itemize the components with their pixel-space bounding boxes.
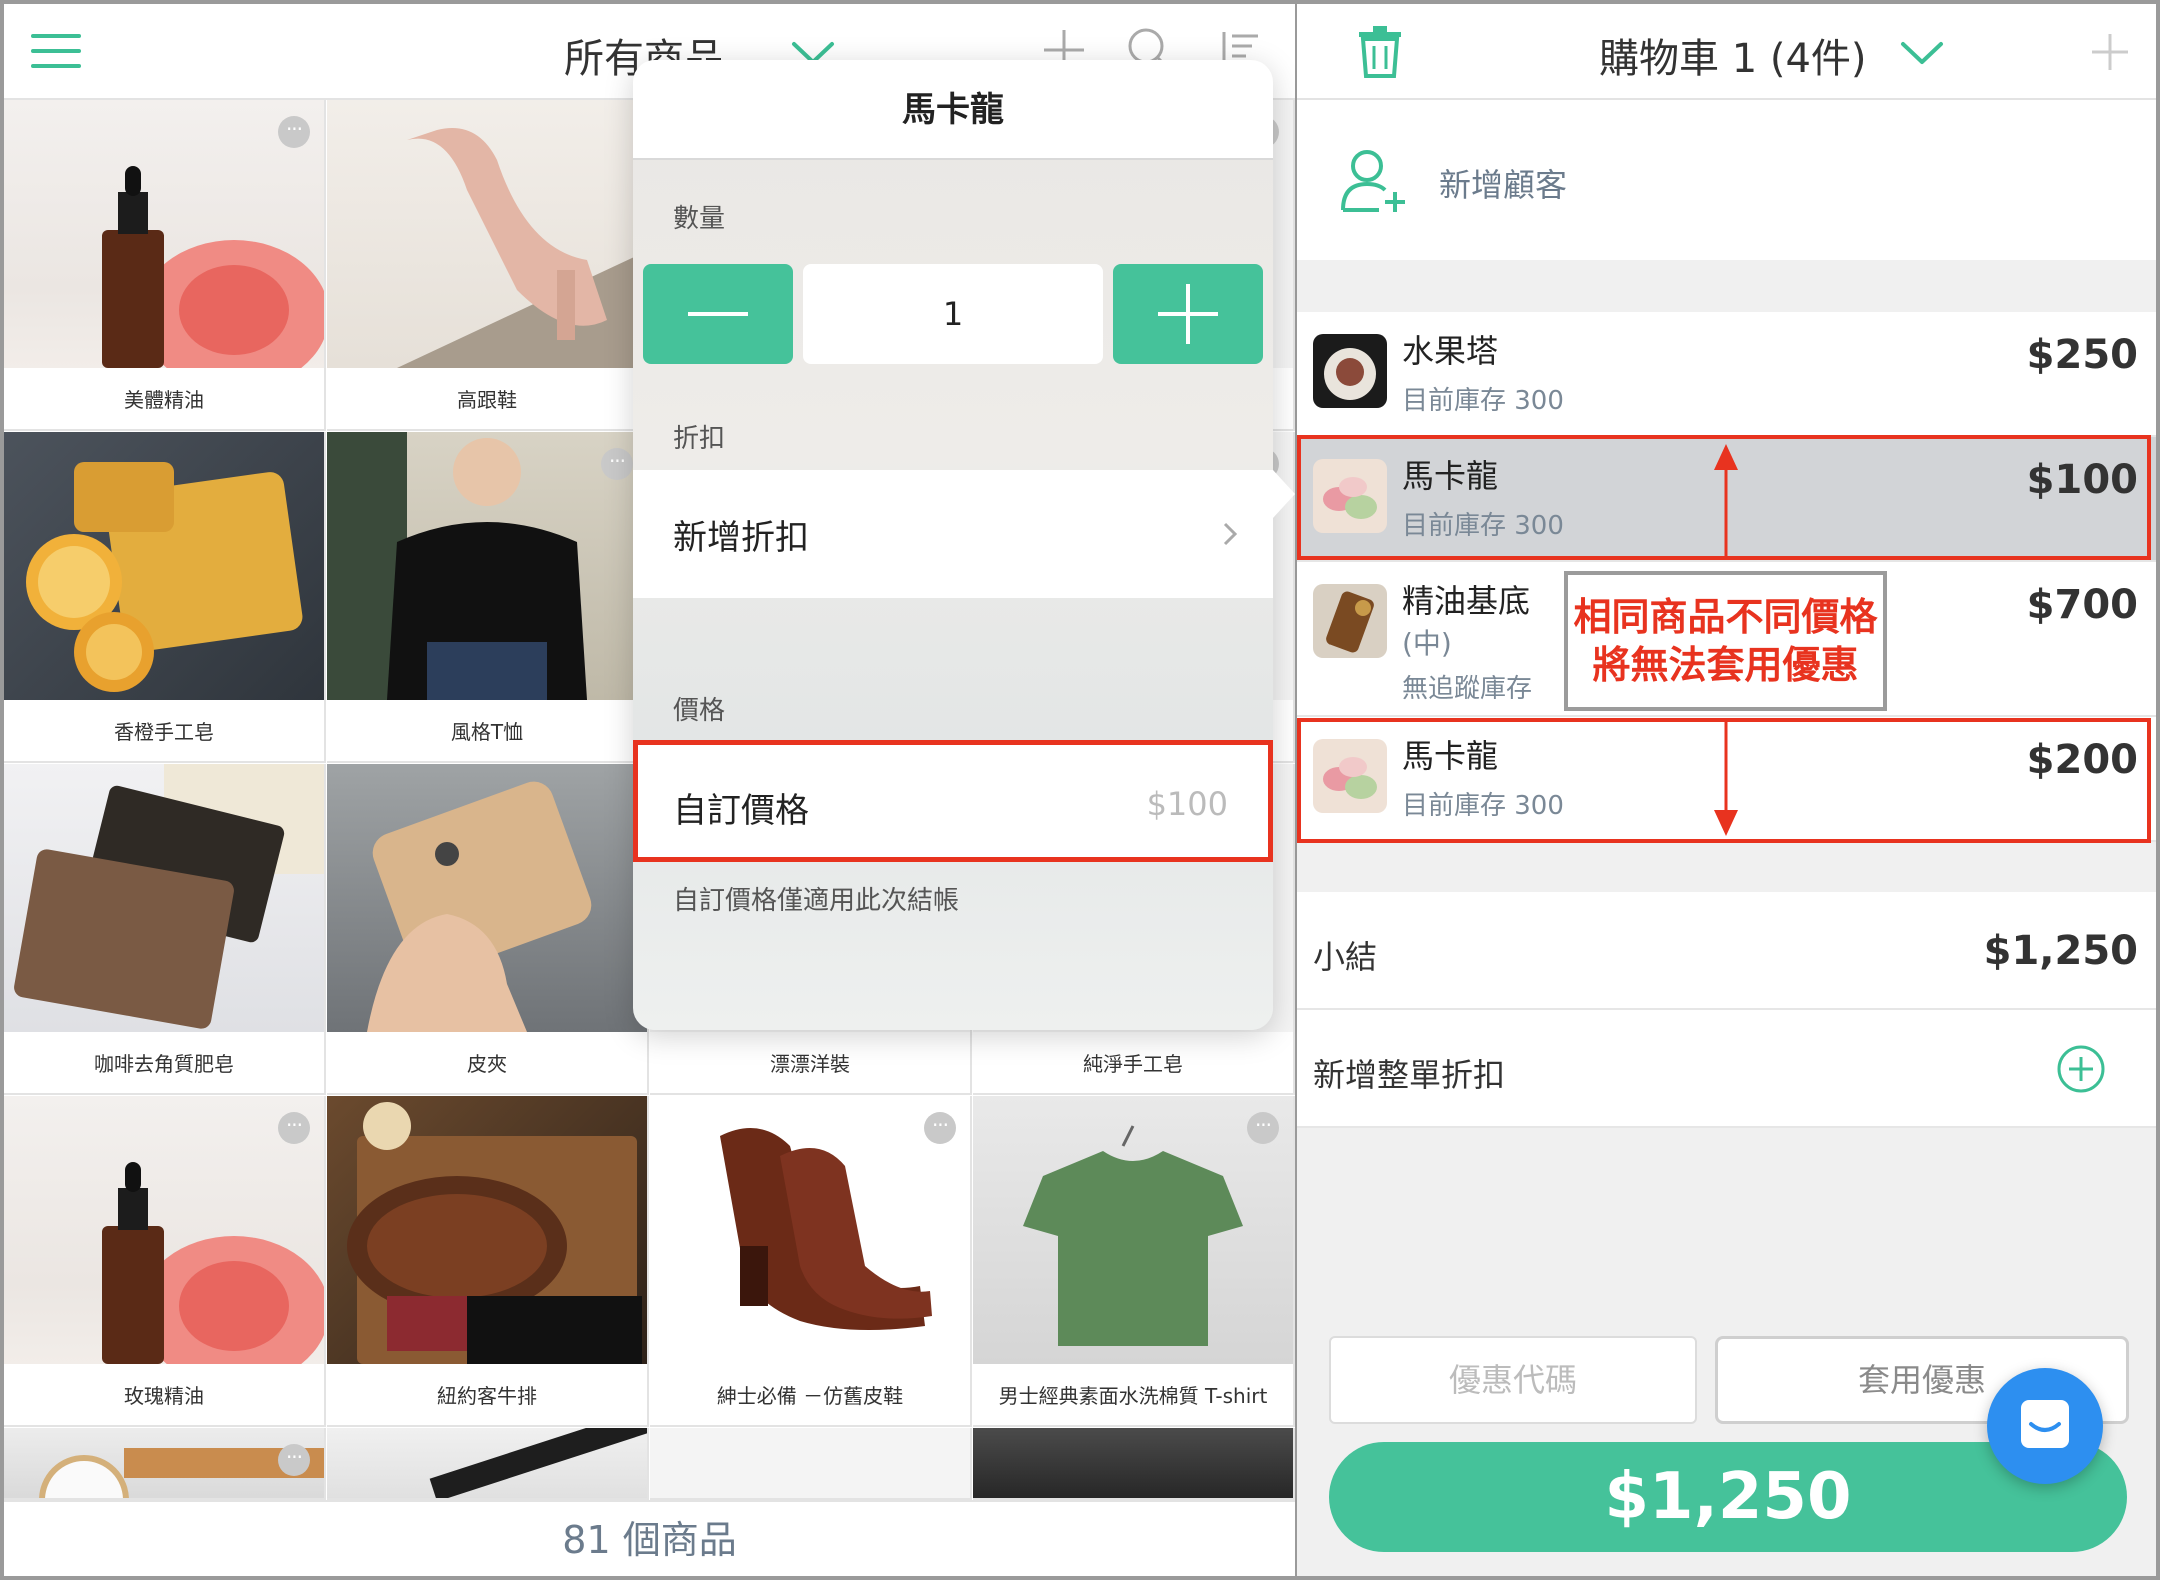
product-image <box>973 1096 1293 1364</box>
product-name: 紐約客牛排 <box>437 1384 537 1408</box>
product-tile[interactable]: ··· 風格T恤 <box>327 432 649 763</box>
product-image <box>327 100 647 368</box>
increase-quantity-button[interactable] <box>1113 264 1263 364</box>
product-tile[interactable]: 紐約客牛排 <box>327 1096 649 1427</box>
minus-icon <box>688 312 748 316</box>
item-name: 水果塔 <box>1402 332 1499 370</box>
popover-arrow <box>1273 470 1295 518</box>
product-image <box>327 1428 647 1498</box>
product-tile[interactable] <box>973 1428 1295 1500</box>
annotation-callout: 相同商品不同價格 將無法套用優惠 <box>1564 571 1887 711</box>
custom-price-label: 自訂價格 <box>673 791 809 831</box>
product-image <box>4 1428 324 1498</box>
product-image <box>973 1428 1293 1498</box>
product-name: 咖啡去角質肥皂 <box>94 1052 234 1076</box>
item-thumbnail <box>1313 584 1387 658</box>
item-price: $700 <box>2026 582 2138 628</box>
custom-price-input[interactable]: $100 <box>1147 785 1228 823</box>
product-image <box>327 764 647 1032</box>
product-name: 美體精油 <box>124 388 204 412</box>
more-options-icon[interactable]: ··· <box>278 1444 310 1476</box>
product-name: 紳士必備 －仿舊皮鞋 <box>716 1384 904 1408</box>
add-order-discount-label: 新增整單折扣 <box>1313 1056 1506 1094</box>
coupon-code-input[interactable]: 優惠代碼 <box>1329 1336 1697 1424</box>
add-order-discount-row[interactable]: 新增整單折扣 <box>1297 1010 2156 1128</box>
add-customer-row[interactable]: 新增顧客 <box>1297 100 2156 260</box>
cart-title[interactable]: 購物車 1 (4件) <box>1599 26 1867 84</box>
add-user-icon <box>1339 146 1409 216</box>
custom-price-row[interactable]: 自訂價格 $100 <box>633 740 1273 862</box>
product-tile[interactable]: ··· 男士經典素面水洗棉質 T-shirt <box>973 1096 1295 1427</box>
item-price: $250 <box>2026 332 2138 378</box>
product-tile[interactable]: 皮夾 <box>327 764 649 1095</box>
product-count: 81 個商品 <box>4 1500 1295 1576</box>
discount-section-label: 折扣 <box>673 424 726 454</box>
decrease-quantity-button[interactable] <box>643 264 793 364</box>
product-tile[interactable]: 咖啡去角質肥皂 <box>4 764 326 1095</box>
annotation-line-2: 將無法套用優惠 <box>1592 643 1859 687</box>
annotation-line-1: 相同商品不同價格 <box>1573 595 1878 639</box>
product-name: 香橙手工皂 <box>114 720 214 744</box>
custom-price-note: 自訂價格僅適用此次結帳 <box>673 886 960 916</box>
product-name: 玫瑰精油 <box>124 1384 204 1408</box>
product-image <box>4 1096 324 1386</box>
more-options-icon[interactable]: ··· <box>278 116 310 148</box>
item-stock: 無追蹤庫存 <box>1402 674 1533 704</box>
product-name: 高跟鞋 <box>457 388 517 412</box>
add-customer-label: 新增顧客 <box>1439 166 1568 204</box>
menu-icon[interactable] <box>31 34 81 70</box>
item-stock: 目前庫存 300 <box>1402 386 1564 416</box>
subtotal-row: 小結 $1,250 <box>1297 892 2156 1010</box>
more-options-icon[interactable]: ··· <box>1247 1112 1279 1144</box>
quantity-input[interactable]: 1 <box>803 264 1103 364</box>
more-options-icon[interactable]: ··· <box>278 1112 310 1144</box>
product-name: 漂漂洋裝 <box>770 1052 850 1076</box>
product-tile[interactable]: 高跟鞋 <box>327 100 649 431</box>
product-tile[interactable]: ··· 玫瑰精油 <box>4 1096 326 1427</box>
add-discount-row[interactable]: 新增折扣 <box>633 470 1273 598</box>
subtotal-value: $1,250 <box>1983 928 2138 974</box>
product-image <box>4 764 324 1032</box>
product-tile[interactable]: ··· 紳士必備 －仿舊皮鞋 <box>650 1096 972 1427</box>
quantity-section-label: 數量 <box>673 204 726 234</box>
product-image <box>650 1096 970 1364</box>
chat-icon[interactable] <box>1987 1368 2103 1484</box>
product-image <box>4 100 324 390</box>
price-section-label: 價格 <box>673 696 726 726</box>
cart-item[interactable]: 水果塔 目前庫存 300 $250 <box>1297 312 2156 437</box>
more-options-icon[interactable]: ··· <box>601 448 633 480</box>
plus-icon <box>1158 284 1218 344</box>
plus-circle-icon[interactable] <box>2056 1044 2106 1094</box>
product-image <box>327 1096 647 1364</box>
chevron-down-icon[interactable] <box>1899 38 1945 68</box>
product-name: 純淨手工皂 <box>1083 1052 1183 1076</box>
product-tile[interactable] <box>650 1428 972 1500</box>
popover-title: 馬卡龍 <box>633 60 1273 160</box>
item-name: 精油基底 <box>1402 582 1531 620</box>
product-tile[interactable]: 香橙手工皂 <box>4 432 326 763</box>
cart-header: 購物車 1 (4件) <box>1297 4 2156 100</box>
product-image <box>4 432 324 700</box>
product-image <box>650 1428 970 1498</box>
product-tile[interactable]: ··· 美體精油 <box>4 100 326 431</box>
item-edit-popover: 馬卡龍 數量 1 折扣 新增折扣 價格 自訂價格 $100 自訂價格僅適用此次結… <box>633 60 1273 1030</box>
product-image <box>327 432 647 700</box>
item-variant: (中) <box>1402 627 1452 660</box>
product-name: 男士經典素面水洗棉質 T-shirt <box>998 1384 1268 1408</box>
subtotal-label: 小結 <box>1313 938 1378 976</box>
add-discount-label: 新增折扣 <box>673 518 809 558</box>
product-tile[interactable] <box>327 1428 649 1500</box>
more-options-icon[interactable]: ··· <box>924 1112 956 1144</box>
plus-icon[interactable] <box>2090 32 2130 72</box>
product-name: 風格T恤 <box>450 720 524 744</box>
chevron-right-icon <box>1219 514 1243 554</box>
product-tile[interactable]: ··· <box>4 1428 326 1500</box>
product-name: 皮夾 <box>467 1052 507 1076</box>
item-thumbnail <box>1313 334 1387 408</box>
trash-icon[interactable] <box>1357 26 1403 78</box>
